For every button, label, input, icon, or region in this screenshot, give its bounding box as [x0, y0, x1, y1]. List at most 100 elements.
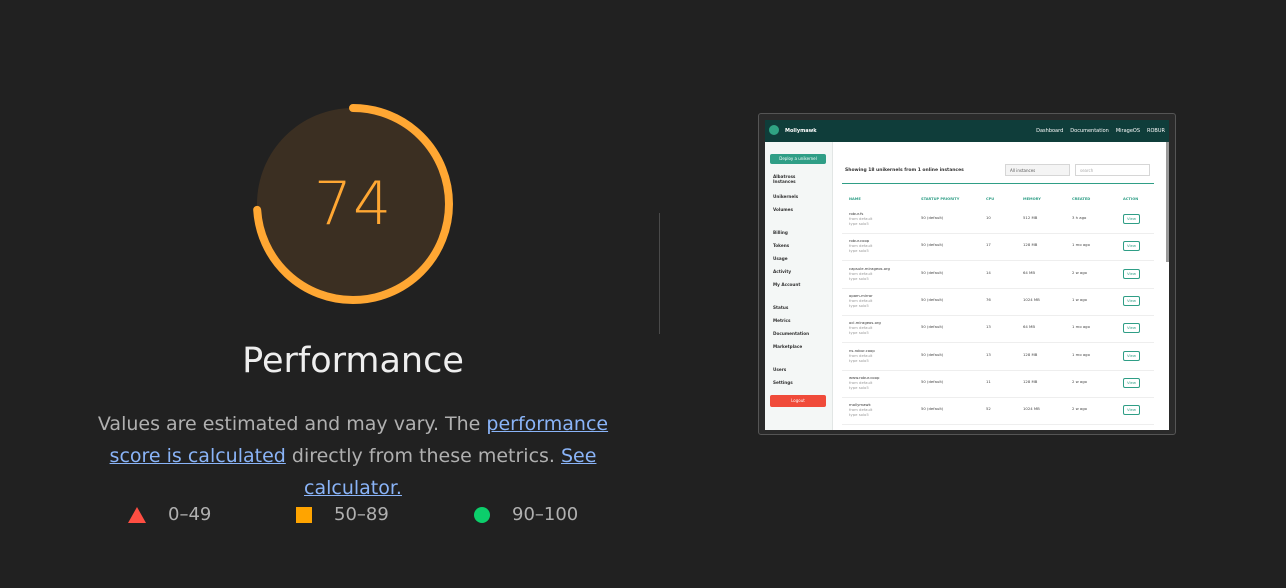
row-created: 1 w ago	[1072, 296, 1087, 302]
view-button: View	[1123, 214, 1140, 224]
legend-average-label: 50–89	[334, 504, 389, 525]
screenshot-page: Mollymawk Dashboard Documentation Mirage…	[765, 120, 1169, 430]
row-mem: 64 MB	[1023, 324, 1035, 330]
screenshot-sidebar: Deploy a unikernel Albatross Instances U…	[765, 142, 833, 430]
row-created: 1 mo ago	[1072, 351, 1090, 357]
column-header: MEMORY	[1023, 197, 1041, 201]
sidebar-item: Documentation	[773, 331, 810, 336]
view-button: View	[1123, 350, 1140, 361]
row-created: 2 w ago	[1072, 269, 1087, 275]
row-sub: type solo5	[849, 357, 869, 363]
row-sub: type solo5	[849, 302, 869, 308]
row-name-text: capsule.mirageos.org	[849, 265, 890, 271]
sidebar-item: Billing	[773, 230, 788, 235]
legend-fail-label: 0–49	[168, 504, 212, 525]
row-prio: 50 (default)	[921, 215, 944, 220]
row-name: capsule.mirageos.org from default type sol…	[849, 266, 890, 281]
legend-pass-label: 90–100	[512, 504, 579, 525]
sidebar-item: Users	[773, 367, 787, 372]
row-prio: 50 (default)	[921, 269, 944, 275]
final-screenshot[interactable]: Mollymawk Dashboard Documentation Mirage…	[758, 113, 1176, 435]
legend-fail: 0–49	[128, 504, 211, 525]
sidebar-item: Status	[773, 305, 789, 310]
score-description: Values are estimated and may vary. The p…	[74, 408, 632, 504]
bird-logo-icon	[769, 125, 779, 135]
table-row: opam-mirror from default type solo5 50 (def…	[842, 288, 1154, 316]
sidebar-item: My Account	[773, 282, 801, 287]
screenshot-search: search	[1075, 164, 1150, 176]
row-prio: 50 (default)	[921, 351, 944, 357]
table-row: mollymawk from default type solo5 50 (defau…	[842, 397, 1154, 426]
nav-documentation: Documentation	[1070, 128, 1109, 134]
sidebar-item: Unikernels	[773, 194, 799, 199]
row-prio: 50 (default)	[921, 378, 944, 384]
sidebar-item: Marketplace	[773, 344, 803, 349]
view-button: View	[1123, 377, 1140, 388]
sidebar-item: Metrics	[773, 318, 791, 323]
table-row: ocl.mirageos.org from default type solo5 50…	[842, 315, 1154, 344]
instances-select: All instances	[1005, 164, 1070, 176]
row-sub: type solo5	[849, 330, 869, 336]
score-gauge: 74	[251, 102, 455, 306]
row-created: 2 w ago	[1072, 406, 1087, 412]
row-name: ns.robur.coop from default type solo5	[849, 348, 875, 363]
row-mem: 128 MB	[1023, 351, 1038, 357]
category-title: Performance	[242, 341, 464, 381]
row-name-text: ns.robur.coop	[849, 347, 875, 353]
row-sub: from default	[849, 352, 873, 358]
row-name: ocl.mirageos.org from default type solo5	[849, 320, 881, 335]
row-prio: 50 (default)	[921, 242, 944, 248]
row-mem: 128 MB	[1023, 378, 1038, 384]
row-mem: 512 MB	[1023, 215, 1038, 220]
screenshot-topbar: Mollymawk Dashboard Documentation Mirage…	[765, 120, 1169, 142]
row-cpu: 17	[986, 242, 991, 248]
column-header: ACTION	[1123, 197, 1139, 201]
heading-rule	[842, 183, 1154, 184]
sidebar-item: Activity	[773, 269, 792, 274]
description-middle: directly from these metrics.	[285, 445, 561, 467]
row-mem: 64 MB	[1023, 269, 1035, 275]
row-sub: type solo5	[849, 221, 869, 226]
row-name: robur.fs from default type solo5	[849, 211, 872, 226]
table-row: robur.fs from default type solo5 50 (defaul…	[842, 206, 1154, 234]
row-mem: 1024 MB	[1023, 296, 1040, 302]
nav-robur: ROBUR	[1147, 128, 1165, 134]
row-sub: type solo5	[849, 248, 869, 254]
row-cpu: 11	[986, 378, 991, 384]
column-header: NAME	[849, 197, 861, 201]
sidebar-item: Albatross Instances	[773, 174, 796, 184]
column-header: STARTUP PRIORITY	[921, 197, 960, 201]
nav-dashboard: Dashboard	[1036, 128, 1064, 134]
row-cpu: 13	[986, 351, 991, 357]
row-created: 2 w ago	[1072, 378, 1087, 384]
divider	[659, 213, 660, 334]
row-sub: type solo5	[849, 412, 869, 418]
triangle-icon	[128, 506, 146, 523]
legend-pass: 90–100	[474, 504, 578, 525]
legend-average: 50–89	[296, 504, 389, 525]
row-cpu: 52	[986, 406, 991, 412]
row-cpu: 10	[986, 215, 991, 220]
screenshot-main: Showing 18 unikernels from 1 online inst…	[832, 142, 1169, 430]
view-button: View	[1123, 241, 1140, 252]
row-created: 3 h ago	[1072, 215, 1087, 220]
row-name: www.robur.coop from default type solo5	[849, 375, 879, 390]
table-row: robur.coop from default type solo5 50 (defa…	[842, 233, 1154, 262]
row-prio: 50 (default)	[921, 296, 944, 302]
table-row: www.robur.coop from default type solo5 50 (…	[842, 370, 1154, 398]
sidebar-item: Usage	[773, 256, 788, 261]
description-prefix: Values are estimated and may vary. The	[97, 413, 487, 435]
screenshot-heading: Showing 18 unikernels from 1 online inst…	[845, 168, 964, 173]
view-button: View	[1123, 323, 1140, 334]
sidebar-item: Volumes	[773, 207, 794, 212]
row-sub: type solo5	[849, 275, 869, 281]
view-button: View	[1123, 405, 1140, 416]
deploy-button: Deploy a unikernel	[770, 154, 826, 164]
row-cpu: 13	[986, 324, 991, 330]
view-button: View	[1123, 268, 1140, 279]
row-mem: 1024 MB	[1023, 406, 1040, 412]
row-sub: type solo5	[849, 384, 869, 390]
row-name: opam-mirror from default type solo5	[849, 293, 873, 308]
sidebar-item: Tokens	[773, 243, 790, 248]
row-created: 1 mo ago	[1072, 324, 1090, 330]
